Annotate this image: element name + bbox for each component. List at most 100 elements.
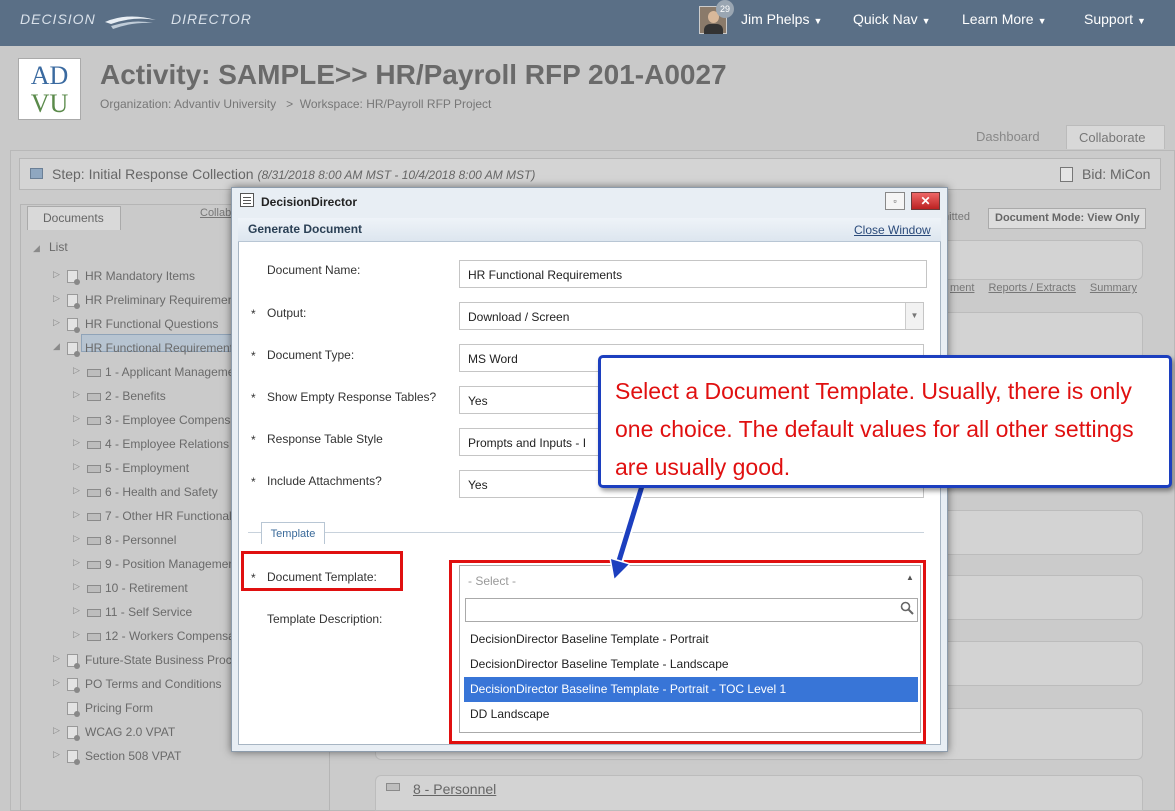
- step-icon: [30, 168, 43, 179]
- bid-label: Bid: MiCon: [1082, 166, 1151, 182]
- section-icon: [87, 441, 101, 449]
- close-window-link[interactable]: Close Window: [854, 223, 931, 237]
- document-name-input[interactable]: HR Functional Requirements: [459, 260, 927, 288]
- tab-documents[interactable]: Documents: [27, 206, 121, 230]
- document-name-label: Document Name:: [267, 263, 361, 277]
- learn-more-menu[interactable]: Learn More ▼: [962, 11, 1047, 27]
- expand-icon[interactable]: ▷: [53, 317, 60, 328]
- table-style-label: Response Table Style: [267, 432, 383, 446]
- expand-icon[interactable]: ▷: [73, 557, 80, 568]
- expand-icon[interactable]: ▷: [73, 389, 80, 400]
- section-icon: [87, 369, 101, 377]
- expand-icon[interactable]: ▷: [73, 605, 80, 616]
- learn-more-label: Learn More: [962, 11, 1034, 27]
- tree-item[interactable]: 3 - Employee Compensation: [105, 413, 235, 427]
- tree-item[interactable]: 4 - Employee Relations: [105, 437, 235, 451]
- instruction-callout: Select a Document Template. Usually, the…: [598, 355, 1172, 488]
- support-label: Support: [1084, 11, 1134, 27]
- right-links: ment Reports / Extracts Summary: [950, 282, 1137, 294]
- output-select[interactable]: Download / Screen ▼: [459, 302, 924, 330]
- tree-item[interactable]: 7 - Other HR Functional: [105, 509, 235, 523]
- section-icon: [87, 561, 101, 569]
- expand-icon[interactable]: ▷: [53, 293, 60, 304]
- expand-icon[interactable]: ▷: [73, 365, 80, 376]
- output-value: Download / Screen: [468, 310, 570, 324]
- attachments-label: Include Attachments?: [267, 474, 382, 488]
- logo-line-2: VU: [30, 89, 69, 118]
- maximize-button[interactable]: ▫: [885, 192, 905, 210]
- tab-dashboard[interactable]: Dashboard: [964, 125, 1052, 149]
- expand-icon[interactable]: ▷: [73, 509, 80, 520]
- section-personnel-link[interactable]: 8 - Personnel: [413, 781, 496, 797]
- step-dates: (8/31/2018 8:00 AM MST - 10/4/2018 8:00 …: [257, 168, 536, 182]
- expand-icon[interactable]: ▷: [73, 461, 80, 472]
- collapse-icon[interactable]: ◢: [53, 341, 60, 352]
- tab-collaborate[interactable]: Collaborate: [1066, 125, 1165, 149]
- dropdown-arrow-icon: ▼: [905, 303, 923, 329]
- required-mark: *: [251, 433, 256, 447]
- tree-item[interactable]: 5 - Employment: [105, 461, 235, 475]
- section-icon: [87, 585, 101, 593]
- quick-nav-menu[interactable]: Quick Nav ▼: [853, 11, 931, 27]
- expand-icon[interactable]: ▷: [73, 413, 80, 424]
- chevron-down-icon: ▼: [921, 16, 931, 26]
- tab-template[interactable]: Template: [261, 522, 325, 544]
- expand-icon[interactable]: ▷: [53, 725, 60, 736]
- document-type-label: Document Type:: [267, 348, 355, 362]
- tree-item[interactable]: 10 - Retirement: [105, 581, 235, 595]
- expand-icon[interactable]: ▷: [53, 677, 60, 688]
- document-icon: [67, 654, 80, 669]
- top-nav-bar: DECISION DIRECTOR 29 Jim Phelps ▼ Quick N…: [0, 0, 1175, 46]
- tree-item[interactable]: Future-State Business Process: [85, 653, 235, 667]
- support-menu[interactable]: Support ▼: [1084, 11, 1146, 27]
- tree-item[interactable]: 6 - Health and Safety: [105, 485, 235, 499]
- expand-icon[interactable]: ▷: [73, 581, 80, 592]
- link-summary[interactable]: Summary: [1090, 282, 1137, 294]
- dialog-window-title: DecisionDirector: [261, 195, 358, 209]
- tree-item[interactable]: 12 - Workers Compensation: [105, 629, 235, 643]
- collapse-icon[interactable]: ◢: [33, 243, 40, 254]
- notification-badge[interactable]: 29: [716, 0, 734, 18]
- tree-item[interactable]: 8 - Personnel: [105, 533, 235, 547]
- tree-item[interactable]: Section 508 VPAT: [85, 749, 235, 763]
- tree-item[interactable]: WCAG 2.0 VPAT: [85, 725, 235, 739]
- chevron-down-icon: ▼: [1137, 16, 1146, 26]
- section-icon: [386, 783, 400, 791]
- tree-item[interactable]: HR Functional Questions: [85, 317, 235, 331]
- expand-icon[interactable]: ▷: [73, 629, 80, 640]
- expand-icon[interactable]: ▷: [73, 437, 80, 448]
- expand-icon[interactable]: ▷: [53, 749, 60, 760]
- link-partial[interactable]: ment: [950, 282, 974, 294]
- logo-line-1: AD: [30, 61, 69, 90]
- breadcrumb[interactable]: Organization: Advantiv University > Work…: [100, 97, 491, 111]
- brand-swoosh-icon: [105, 16, 156, 29]
- tree-item[interactable]: 9 - Position Management: [105, 557, 235, 571]
- user-menu[interactable]: Jim Phelps ▼: [741, 11, 822, 27]
- expand-icon[interactable]: ▷: [53, 269, 60, 280]
- document-type-value: MS Word: [468, 352, 518, 366]
- tree-item[interactable]: 2 - Benefits: [105, 389, 235, 403]
- close-button[interactable]: ✕: [911, 192, 940, 210]
- section-icon: [87, 465, 101, 473]
- section-icon: [87, 633, 101, 641]
- tree-item[interactable]: HR Mandatory Items: [85, 269, 235, 283]
- tree-item[interactable]: HR Functional Requirements: [85, 341, 235, 355]
- section-personnel[interactable]: 8 - Personnel: [375, 775, 1143, 811]
- attachments-value: Yes: [468, 478, 488, 492]
- step-label: Step: Initial Response Collection: [52, 166, 258, 182]
- link-reports[interactable]: Reports / Extracts: [988, 282, 1075, 294]
- step-bar: Step: Initial Response Collection (8/31/…: [19, 158, 1161, 190]
- tree-item[interactable]: Pricing Form: [85, 701, 235, 715]
- tree-item[interactable]: PO Terms and Conditions: [85, 677, 235, 691]
- page-title: Activity: SAMPLE>> HR/Payroll RFP 201-A0…: [100, 59, 727, 90]
- required-mark: *: [251, 475, 256, 489]
- section-icon: [87, 537, 101, 545]
- tree-item[interactable]: HR Preliminary Requirements: [85, 293, 235, 307]
- tree-item[interactable]: 11 - Self Service: [105, 605, 235, 619]
- expand-icon[interactable]: ▷: [73, 533, 80, 544]
- expand-icon[interactable]: ▷: [73, 485, 80, 496]
- expand-icon[interactable]: ▷: [53, 653, 60, 664]
- tree-item[interactable]: 1 - Applicant Management: [105, 365, 235, 379]
- tree-root[interactable]: List: [49, 240, 68, 254]
- quick-nav-label: Quick Nav: [853, 11, 918, 27]
